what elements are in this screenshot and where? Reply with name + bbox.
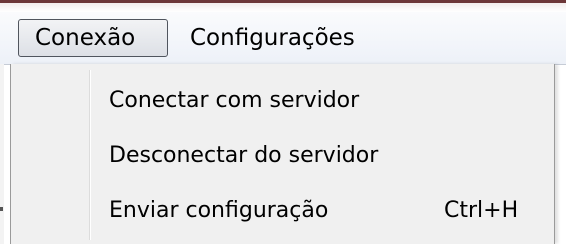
conexao-dropdown-menu: Conectar com servidor Desconectar do ser…	[10, 64, 555, 244]
menu-conexao[interactable]: Conexão	[18, 19, 168, 57]
window-edge-mark	[0, 207, 3, 211]
menu-item-label: Enviar configuração	[109, 198, 329, 223]
menu-configuracoes[interactable]: Configurações	[180, 19, 365, 57]
menu-item-shortcut: Ctrl+H	[444, 198, 519, 223]
menu-item-desconectar-servidor[interactable]: Desconectar do servidor	[15, 131, 549, 181]
menu-item-label: Conectar com servidor	[109, 88, 360, 113]
menu-item-conectar-servidor[interactable]: Conectar com servidor	[15, 76, 549, 126]
menu-item-enviar-configuracao[interactable]: Enviar configuração Ctrl+H	[15, 186, 549, 236]
menu-bar: Conexão Configurações	[0, 12, 566, 65]
window-background	[0, 64, 4, 244]
window-title-edge	[0, 0, 566, 12]
menu-item-label: Desconectar do servidor	[109, 143, 379, 168]
